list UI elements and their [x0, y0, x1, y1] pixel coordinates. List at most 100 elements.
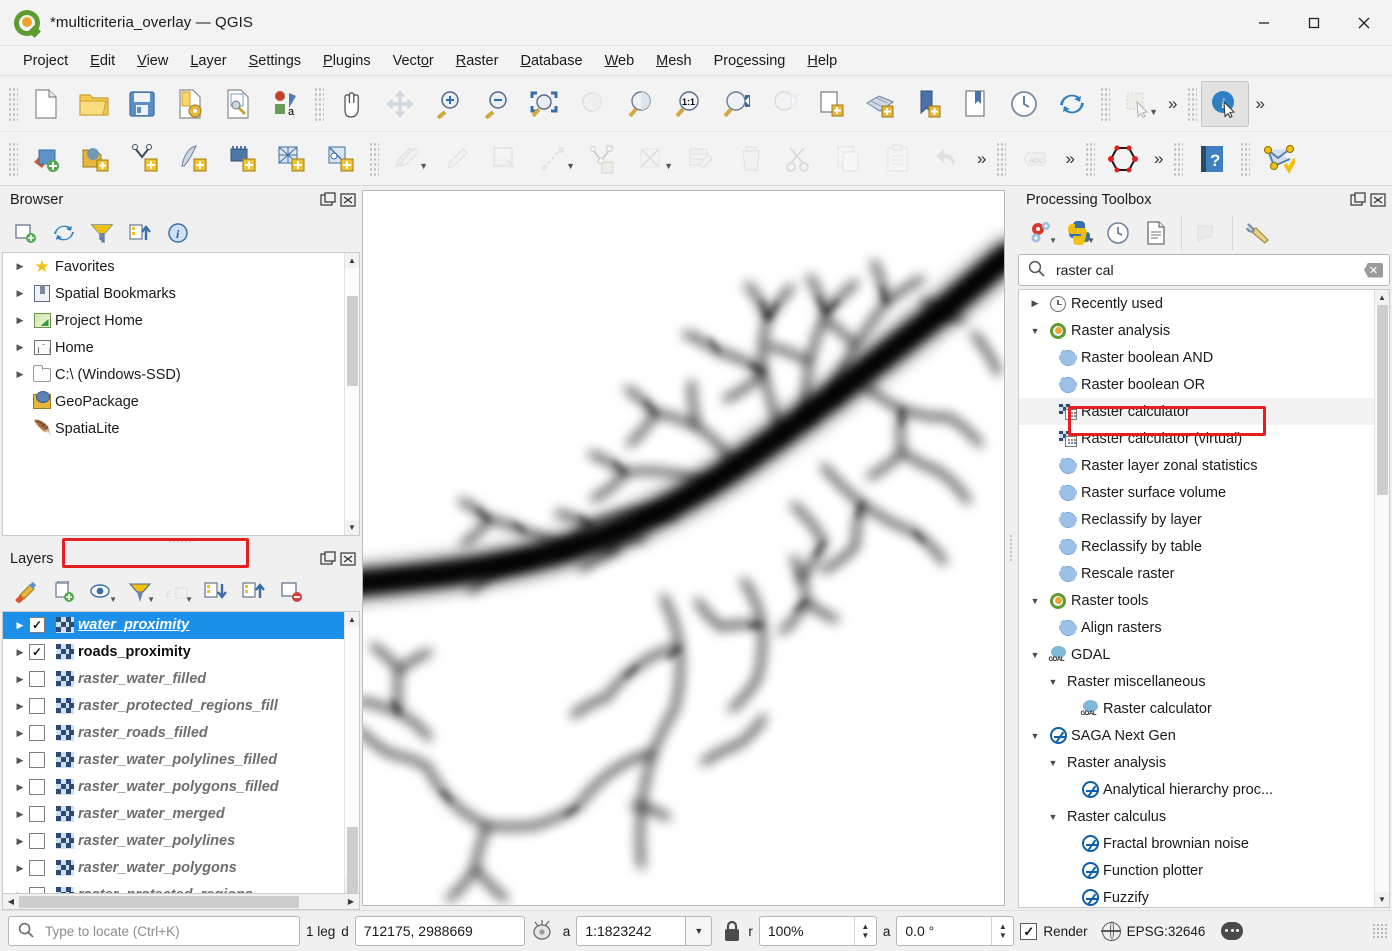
zoom-native-button[interactable]: 1:1: [664, 81, 712, 127]
delete-selected-button[interactable]: [726, 137, 775, 181]
toolbar-grip-4[interactable]: [1187, 87, 1197, 121]
menu-project[interactable]: Project: [12, 49, 79, 73]
layer-row-raster-roads-filled[interactable]: ▶ raster_roads_filled: [3, 720, 344, 747]
messages-bubble-icon[interactable]: [1221, 922, 1243, 940]
chevron-down-icon[interactable]: ▼: [664, 161, 673, 171]
add-layer-collection-button[interactable]: [8, 217, 44, 249]
add-mesh-layer-button[interactable]: [169, 137, 218, 181]
scroll-thumb[interactable]: [347, 296, 358, 386]
menu-database[interactable]: Database: [509, 49, 593, 73]
chevron-right-icon[interactable]: ▶: [11, 342, 29, 353]
menu-mesh[interactable]: Mesh: [645, 49, 702, 73]
globe-crs-icon[interactable]: [1102, 922, 1121, 941]
browser-item-favorites[interactable]: ▶ ★ Favorites: [3, 253, 344, 280]
zoom-out-button[interactable]: [472, 81, 520, 127]
layer-visibility-checkbox[interactable]: [29, 806, 45, 822]
add-line-feature-button[interactable]: ▼: [530, 137, 579, 181]
new-print-layout-button[interactable]: [214, 81, 262, 127]
scroll-track[interactable]: [19, 895, 343, 909]
filter-legend-expression-button[interactable]: ε ▼: [160, 576, 196, 608]
processing-algorithm-rescale-raster[interactable]: Rescale raster: [1019, 560, 1374, 587]
filter-browser-button[interactable]: [84, 217, 120, 249]
menu-view[interactable]: View: [126, 49, 179, 73]
chevron-right-icon[interactable]: ▶: [11, 674, 29, 685]
vertex-tool-button[interactable]: [579, 137, 628, 181]
rotation-stepper[interactable]: ▲▼: [991, 917, 1013, 945]
browser-item-project-home[interactable]: ▶ Project Home: [3, 307, 344, 334]
add-vector-layer-button[interactable]: [71, 137, 120, 181]
processing-algorithm-raster-boolean-or[interactable]: Raster boolean OR: [1019, 371, 1374, 398]
chevron-right-icon[interactable]: ▶: [11, 836, 29, 847]
layers-horizontal-scrollbar[interactable]: ◀ ▶: [2, 894, 360, 910]
scroll-up-arrow-icon[interactable]: ▲: [1375, 290, 1390, 305]
scroll-down-arrow-icon[interactable]: ▼: [345, 520, 360, 535]
pan-to-selection-button[interactable]: [376, 81, 424, 127]
chevron-right-icon[interactable]: ▶: [11, 261, 29, 272]
refresh-browser-button[interactable]: [46, 217, 82, 249]
layer-row-raster-water-merged[interactable]: ▶ raster_water_merged: [3, 801, 344, 828]
help-button[interactable]: ?: [1187, 137, 1236, 181]
toolbar-overflow-button[interactable]: »: [1162, 94, 1183, 114]
new-map-view-button[interactable]: [808, 81, 856, 127]
chevron-right-icon[interactable]: ▶: [11, 809, 29, 820]
chevron-right-icon[interactable]: ▶: [11, 755, 29, 766]
manage-layer-visibility-button[interactable]: ▼: [84, 576, 120, 608]
open-attribute-table-button[interactable]: [677, 137, 726, 181]
coordinate-field[interactable]: 712175, 2988669: [355, 916, 525, 946]
toolbar-grip-7[interactable]: [996, 142, 1006, 176]
paste-features-button[interactable]: [873, 137, 922, 181]
labeling-toolbar-button[interactable]: abc: [1010, 137, 1059, 181]
layer-visibility-checkbox[interactable]: [29, 671, 45, 687]
processing-group-recently-used[interactable]: ▶ Recently used: [1019, 290, 1374, 317]
menu-plugins[interactable]: Plugins: [312, 49, 382, 73]
open-models-button[interactable]: ▼: [1024, 217, 1060, 249]
browser-close-button[interactable]: [340, 192, 356, 208]
identify-features-button[interactable]: i: [1201, 81, 1249, 127]
processing-tree[interactable]: ▶ Recently used ▼ Raster analysis Raster…: [1018, 289, 1390, 908]
layer-row-raster-water-polygons-filled[interactable]: ▶ raster_water_polygons_filled: [3, 774, 344, 801]
layer-visibility-checkbox[interactable]: [29, 887, 45, 893]
toggle-extents-icon[interactable]: [531, 919, 557, 943]
scroll-thumb[interactable]: [347, 827, 358, 895]
history-button[interactable]: [1100, 217, 1136, 249]
layer-visibility-checkbox[interactable]: ✓: [29, 644, 45, 660]
browser-item-geopackage[interactable]: GeoPackage: [3, 388, 344, 415]
select-features-button[interactable]: ▼: [1114, 81, 1162, 127]
browser-item-spatial-bookmarks[interactable]: ▶ Spatial Bookmarks: [3, 280, 344, 307]
show-bookmarks-button[interactable]: [952, 81, 1000, 127]
right-dock-splitter[interactable]: [1005, 186, 1016, 910]
chevron-down-icon[interactable]: ▼: [1149, 107, 1158, 117]
chevron-right-icon[interactable]: ▶: [11, 701, 29, 712]
zoom-next-button[interactable]: [760, 81, 808, 127]
add-postgis-layer-button[interactable]: [267, 137, 316, 181]
layer-visibility-checkbox[interactable]: [29, 725, 45, 741]
save-project-as-button[interactable]: [166, 81, 214, 127]
toolbar-grip-5[interactable]: [8, 142, 18, 176]
browser-item-spatialite[interactable]: 🪶 SpatiaLite: [3, 415, 344, 442]
edit-rendering-styles-button[interactable]: [1189, 217, 1225, 249]
processing-algorithm-fractal-brownian-noise[interactable]: Fractal brownian noise: [1019, 830, 1374, 857]
zoom-to-selection-button[interactable]: [568, 81, 616, 127]
toolbar-overflow-button-2[interactable]: »: [1249, 94, 1270, 114]
browser-vertical-scrollbar[interactable]: ▲ ▼: [344, 253, 359, 535]
layer-visibility-checkbox[interactable]: ✓: [29, 617, 45, 633]
magnifier-spinbox[interactable]: 100% ▲▼: [759, 916, 877, 946]
processing-vertical-scrollbar[interactable]: ▲ ▼: [1374, 290, 1389, 907]
chevron-right-icon[interactable]: ▶: [11, 647, 29, 658]
chevron-down-icon[interactable]: ▼: [419, 161, 428, 171]
menu-processing[interactable]: Processing: [703, 49, 797, 73]
layers-close-button[interactable]: [340, 551, 356, 567]
chevron-down-icon[interactable]: ▼: [147, 595, 155, 604]
processing-algorithm-analytical-hierarchy-process[interactable]: Analytical hierarchy proc...: [1019, 776, 1374, 803]
magnifier-stepper[interactable]: ▲▼: [854, 917, 876, 945]
toolbar-grip-2[interactable]: [314, 87, 324, 121]
shape-digitizing-button[interactable]: [1099, 137, 1148, 181]
layer-visibility-checkbox[interactable]: [29, 860, 45, 876]
browser-float-button[interactable]: [320, 192, 336, 208]
toggle-editing-button[interactable]: [432, 137, 481, 181]
browser-item-home[interactable]: ▶ Home: [3, 334, 344, 361]
processing-algorithm-raster-layer-zonal-statistics[interactable]: Raster layer zonal statistics: [1019, 452, 1374, 479]
chevron-right-icon[interactable]: ▶: [11, 315, 29, 326]
processing-group-gdal[interactable]: ▼ GDAL GDAL: [1019, 641, 1374, 668]
chevron-down-icon[interactable]: ▼: [1025, 650, 1045, 660]
